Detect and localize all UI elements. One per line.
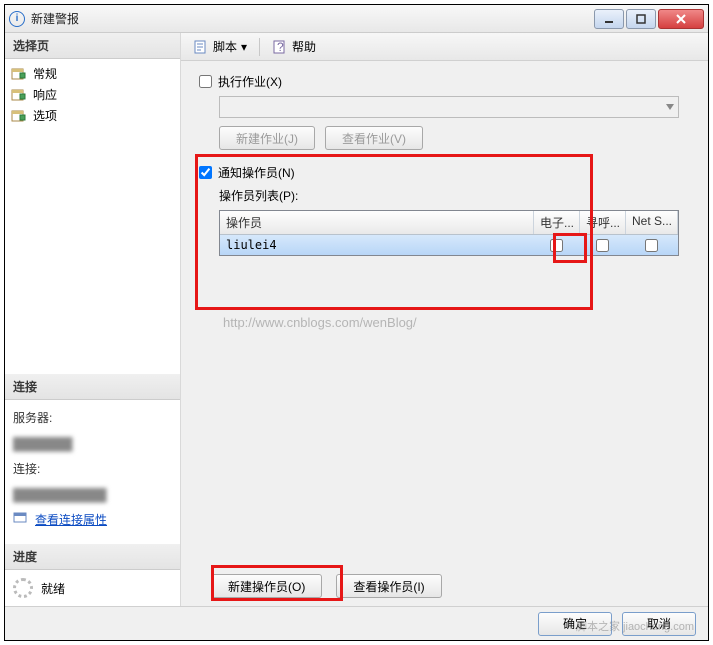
- spinner-icon: [13, 578, 33, 598]
- select-page-header: 选择页: [5, 33, 180, 59]
- view-operator-button[interactable]: 查看操作员(I): [336, 574, 441, 598]
- sidebar: 选择页 常规 响应 选项 连接 服务器: ███████: [5, 33, 181, 606]
- toolbar-separator: [259, 38, 260, 56]
- script-dropdown[interactable]: 脚本 ▾: [189, 36, 251, 57]
- page-icon: [11, 67, 27, 81]
- exec-job-checkbox[interactable]: [199, 75, 212, 88]
- cell-email-checkbox[interactable]: [550, 239, 563, 252]
- conn-value: ███████████: [13, 485, 172, 507]
- help-icon: ?: [272, 39, 288, 55]
- window-controls: [594, 9, 704, 29]
- col-email[interactable]: 电子...: [534, 211, 580, 234]
- progress-status: 就绪: [41, 580, 65, 597]
- svg-text:?: ?: [277, 40, 284, 54]
- main-panel: 脚本 ▾ ? 帮助 执行作业(X) 新建作业(J) 查看作业(V): [181, 33, 708, 606]
- col-netsend[interactable]: Net S...: [626, 211, 678, 234]
- col-operator[interactable]: 操作员: [220, 211, 534, 234]
- sidebar-item-general[interactable]: 常规: [7, 63, 178, 84]
- minimize-button[interactable]: [594, 9, 624, 29]
- info-icon: i: [9, 11, 25, 27]
- window-frame: i 新建警报 选择页 常规 响应 选项: [4, 4, 709, 641]
- connection-header: 连接: [5, 374, 180, 400]
- script-icon: [193, 39, 209, 55]
- footer: 确定 取消: [5, 606, 708, 640]
- progress-header: 进度: [5, 544, 180, 570]
- grid-body: liulei4: [220, 235, 678, 255]
- page-icon: [11, 88, 27, 102]
- sidebar-item-label: 选项: [33, 107, 57, 124]
- help-label: 帮助: [292, 38, 316, 55]
- notify-operator-label: 通知操作员(N): [218, 164, 295, 181]
- window-title: 新建警报: [31, 10, 594, 27]
- sidebar-item-label: 常规: [33, 65, 57, 82]
- chevron-down-icon: ▾: [241, 40, 247, 54]
- connection-panel: 服务器: ███████ 连接: ███████████ 查看连接属性: [5, 400, 180, 544]
- table-row[interactable]: liulei4: [220, 235, 678, 255]
- close-button[interactable]: [658, 9, 704, 29]
- progress-row: 就绪: [5, 570, 180, 606]
- maximize-button[interactable]: [626, 9, 656, 29]
- new-operator-button[interactable]: 新建操作员(O): [211, 574, 322, 598]
- sidebar-item-response[interactable]: 响应: [7, 84, 178, 105]
- view-job-button[interactable]: 查看作业(V): [325, 126, 423, 150]
- notify-operator-row: 通知操作员(N): [199, 164, 690, 181]
- cell-pager-checkbox[interactable]: [596, 239, 609, 252]
- job-dropdown[interactable]: [219, 96, 679, 118]
- operator-list-label: 操作员列表(P):: [219, 187, 690, 204]
- conn-label: 连接:: [13, 459, 172, 481]
- cell-operator: liulei4: [220, 235, 534, 255]
- cell-netsend-checkbox[interactable]: [645, 239, 658, 252]
- properties-icon: [13, 510, 29, 532]
- help-button[interactable]: ? 帮助: [268, 36, 320, 57]
- server-label: 服务器:: [13, 408, 172, 430]
- sidebar-item-options[interactable]: 选项: [7, 105, 178, 126]
- exec-job-label: 执行作业(X): [218, 73, 282, 90]
- new-job-button[interactable]: 新建作业(J): [219, 126, 315, 150]
- toolbar: 脚本 ▾ ? 帮助: [181, 33, 708, 61]
- col-pager[interactable]: 寻呼...: [580, 211, 626, 234]
- page-list: 常规 响应 选项: [5, 59, 180, 130]
- page-icon: [11, 109, 27, 123]
- script-label: 脚本: [213, 38, 237, 55]
- operator-grid: 操作员 电子... 寻呼... Net S... liulei4: [219, 210, 679, 256]
- cancel-button[interactable]: 取消: [622, 612, 696, 636]
- notify-operator-checkbox[interactable]: [199, 166, 212, 179]
- view-connection-properties-link[interactable]: 查看连接属性: [35, 510, 107, 532]
- exec-job-row: 执行作业(X): [199, 73, 690, 90]
- sidebar-item-label: 响应: [33, 86, 57, 103]
- server-value: ███████: [13, 434, 172, 456]
- grid-header: 操作员 电子... 寻呼... Net S...: [220, 211, 678, 235]
- title-bar: i 新建警报: [5, 5, 708, 33]
- content-area: 执行作业(X) 新建作业(J) 查看作业(V) 通知操作员(N) 操作员列表(P…: [181, 61, 708, 606]
- ok-button[interactable]: 确定: [538, 612, 612, 636]
